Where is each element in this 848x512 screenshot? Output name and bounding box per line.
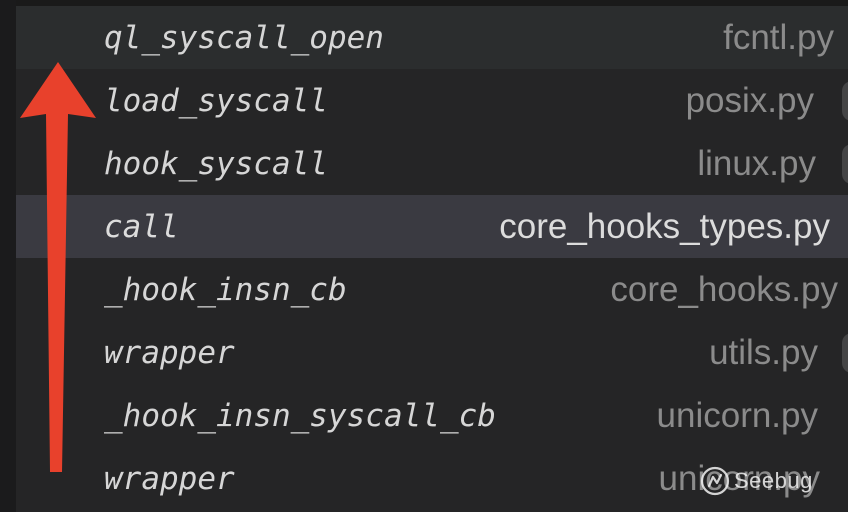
- frame-file-name: unicorn.py: [656, 395, 818, 435]
- call-stack-frame[interactable]: _hook_insn_cb core_hooks.py: [16, 258, 848, 321]
- frame-file-name: posix.py: [685, 80, 814, 120]
- frame-function-name: hook_syscall: [104, 145, 328, 182]
- frame-function-name: ql_syscall_open: [104, 19, 384, 56]
- frame-file-name: core_hooks_types.py: [499, 206, 830, 246]
- call-stack-frame[interactable]: wrapper utils.py: [16, 321, 848, 384]
- debugger-call-stack-panel: ql_syscall_open fcntl.py load_syscall po…: [0, 0, 848, 512]
- scrollbar-thumb[interactable]: [842, 333, 848, 373]
- call-stack-frame[interactable]: ql_syscall_open fcntl.py: [16, 6, 848, 69]
- scrollbar-thumb[interactable]: [842, 144, 848, 184]
- frame-function-name: wrapper: [104, 334, 235, 371]
- frame-file-name: utils.py: [709, 332, 818, 372]
- frame-function-name: load_syscall: [104, 82, 328, 119]
- call-stack-list: ql_syscall_open fcntl.py load_syscall po…: [16, 6, 848, 512]
- frame-function-name: _hook_insn_cb: [104, 271, 347, 308]
- frame-function-name: wrapper: [104, 460, 235, 497]
- call-stack-frame[interactable]: hook_syscall linux.py: [16, 132, 848, 195]
- call-stack-frame-selected[interactable]: call core_hooks_types.py: [16, 195, 848, 258]
- seebug-logo-icon: [700, 466, 730, 496]
- frame-file-name: linux.py: [697, 143, 816, 183]
- frame-function-name: _hook_insn_syscall_cb: [104, 397, 496, 434]
- call-stack-frame[interactable]: load_syscall posix.py: [16, 69, 848, 132]
- frame-function-name: call: [104, 208, 179, 245]
- scrollbar-thumb[interactable]: [842, 81, 848, 121]
- frame-file-name: fcntl.py: [723, 17, 834, 57]
- panel-left-gutter: [0, 0, 16, 512]
- call-stack-frame[interactable]: _hook_insn_syscall_cb unicorn.py: [16, 384, 848, 447]
- seebug-watermark: Seebug: [700, 463, 813, 499]
- frame-file-name: core_hooks.py: [610, 269, 838, 309]
- watermark-text: Seebug: [734, 468, 813, 493]
